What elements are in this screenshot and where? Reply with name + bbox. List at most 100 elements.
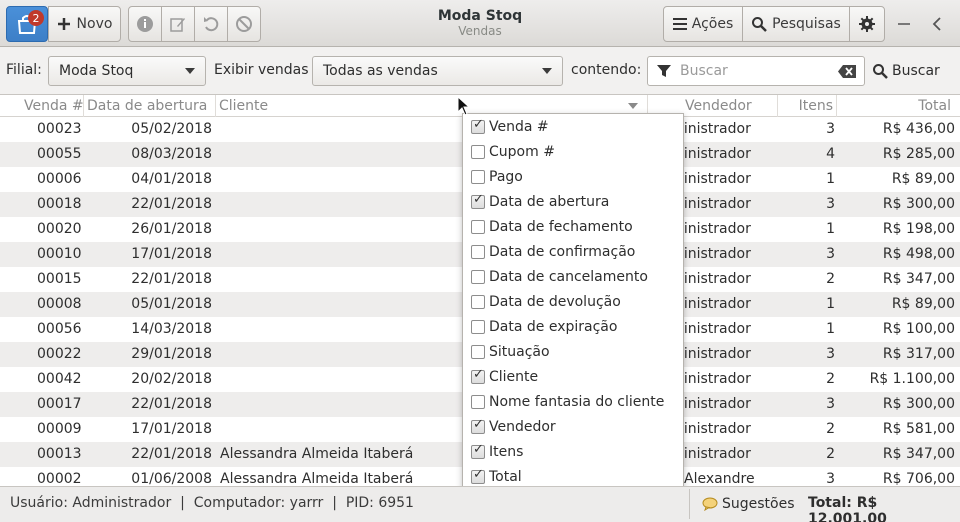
checkbox-unchecked-icon[interactable]: [471, 244, 485, 259]
column-option[interactable]: Data de confirmação: [463, 239, 685, 264]
column-option-label: Vendedor: [489, 418, 556, 435]
cell-sale-number: 00010: [37, 246, 82, 262]
cell-items: 2: [826, 446, 835, 462]
cell-client: [220, 317, 460, 342]
cancel-button[interactable]: [228, 7, 260, 41]
cell-sale-number: 00020: [37, 221, 82, 237]
cell-total: R$ 198,00: [882, 221, 955, 237]
checkbox-unchecked-icon[interactable]: [471, 294, 485, 309]
checkbox-unchecked-icon[interactable]: [471, 319, 485, 334]
column-option[interactable]: Itens: [463, 439, 685, 464]
grand-total: Total: R$ 12.001,00: [808, 495, 960, 522]
cell-open-date: 20/02/2018: [131, 371, 212, 387]
grand-total-label: Total:: [808, 495, 852, 511]
column-option[interactable]: Data de fechamento: [463, 214, 685, 239]
cell-client: [220, 142, 460, 167]
checkbox-unchecked-icon[interactable]: [471, 344, 485, 359]
checkbox-unchecked-icon[interactable]: [471, 169, 485, 184]
new-button[interactable]: Novo: [48, 6, 121, 42]
searches-menu-button[interactable]: Pesquisas: [743, 7, 850, 41]
column-option[interactable]: Cliente: [463, 364, 685, 389]
undo-button[interactable]: [195, 7, 228, 41]
column-option[interactable]: Cupom #: [463, 139, 685, 164]
column-header-total[interactable]: Total: [837, 95, 954, 117]
checkbox-unchecked-icon[interactable]: [471, 219, 485, 234]
minimize-button[interactable]: [892, 12, 916, 36]
cell-client: [220, 392, 460, 417]
column-option[interactable]: Pago: [463, 164, 685, 189]
column-option-label: Data de confirmação: [489, 243, 636, 260]
column-option[interactable]: Data de devolução: [463, 289, 685, 314]
chevron-down-icon: [542, 68, 552, 74]
cell-total: R$ 706,00: [882, 471, 955, 486]
show-sales-select[interactable]: Todas as vendas: [312, 56, 563, 86]
cell-items: 1: [826, 171, 835, 187]
cell-open-date: 22/01/2018: [131, 196, 212, 212]
column-option[interactable]: Venda #: [463, 114, 685, 139]
checkbox-checked-icon[interactable]: [471, 117, 485, 134]
column-chooser-menu: Venda # Cupom # Pago Data de abertura Data d…: [462, 113, 684, 488]
column-option[interactable]: Nome fantasia do cliente: [463, 389, 685, 414]
checkbox-checked-icon[interactable]: [471, 367, 485, 384]
actions-menu-button[interactable]: Ações: [664, 7, 743, 41]
column-option-label: Data de abertura: [489, 193, 610, 210]
cell-items: 4: [826, 146, 835, 162]
cell-total: R$ 347,00: [882, 271, 955, 287]
cell-items: 3: [826, 396, 835, 412]
cell-total: R$ 89,00: [891, 171, 955, 187]
cell-items: 2: [826, 371, 835, 387]
checkbox-unchecked-icon[interactable]: [471, 394, 485, 409]
column-option[interactable]: Data de cancelamento: [463, 264, 685, 289]
edit-button[interactable]: [162, 7, 195, 41]
cell-open-date: 05/02/2018: [131, 121, 212, 137]
column-option[interactable]: Data de expiração: [463, 314, 685, 339]
column-option-label: Venda #: [489, 118, 549, 135]
branch-select[interactable]: Moda Stoq: [48, 56, 206, 86]
column-option[interactable]: Data de abertura: [463, 189, 685, 214]
cell-open-date: 22/01/2018: [131, 396, 212, 412]
search-input[interactable]: Buscar: [647, 56, 865, 86]
checkbox-checked-icon[interactable]: [471, 467, 485, 484]
clear-icon[interactable]: [838, 65, 856, 78]
checkbox-unchecked-icon[interactable]: [471, 269, 485, 284]
info-icon: [137, 16, 153, 32]
cell-client: Alessandra Almeida Itaberá: [220, 471, 414, 486]
contains-label: contendo:: [571, 62, 642, 78]
column-header-open-date[interactable]: Data de abertura: [84, 95, 216, 117]
checkbox-checked-icon[interactable]: [471, 442, 485, 459]
details-button[interactable]: [129, 7, 162, 41]
cell-sale-number: 00009: [37, 421, 82, 437]
cell-total: R$ 1.100,00: [869, 371, 955, 387]
column-header-items[interactable]: Itens: [778, 95, 837, 117]
search-icon: [873, 64, 888, 79]
suggestions-button[interactable]: Sugestões: [689, 489, 799, 519]
checkbox-checked-icon[interactable]: [471, 192, 485, 209]
header-bar: 2 Novo Moda Stoq Vendas Ações Pesquisas: [0, 0, 960, 47]
column-header-sale[interactable]: Venda #: [21, 95, 84, 117]
cell-sale-number: 00017: [37, 396, 82, 412]
cell-items: 2: [826, 271, 835, 287]
cell-sale-number: 00008: [37, 296, 82, 312]
column-option[interactable]: Situação: [463, 339, 685, 364]
back-button[interactable]: [925, 12, 949, 36]
settings-button[interactable]: [850, 7, 884, 41]
search-button[interactable]: Buscar: [872, 56, 940, 86]
plus-icon: [57, 18, 70, 30]
cell-client: [220, 217, 460, 242]
cell-total: R$ 436,00: [882, 121, 955, 137]
undo-icon: [204, 17, 219, 32]
session-info: Usuário: Administrador | Computador: yar…: [10, 495, 414, 511]
mouse-cursor-icon: [457, 96, 471, 116]
checkbox-checked-icon[interactable]: [471, 417, 485, 434]
chevron-down-icon[interactable]: [628, 103, 638, 109]
column-option[interactable]: Vendedor: [463, 414, 685, 439]
minimize-icon: [898, 23, 910, 25]
cell-sale-number: 00056: [37, 321, 82, 337]
cell-client: [220, 367, 460, 392]
cell-client: [220, 242, 460, 267]
cell-open-date: 08/03/2018: [131, 146, 212, 162]
sales-menu-button[interactable]: 2: [6, 6, 48, 42]
branch-label: Filial:: [6, 62, 42, 78]
cell-open-date: 26/01/2018: [131, 221, 212, 237]
checkbox-unchecked-icon[interactable]: [471, 144, 485, 159]
